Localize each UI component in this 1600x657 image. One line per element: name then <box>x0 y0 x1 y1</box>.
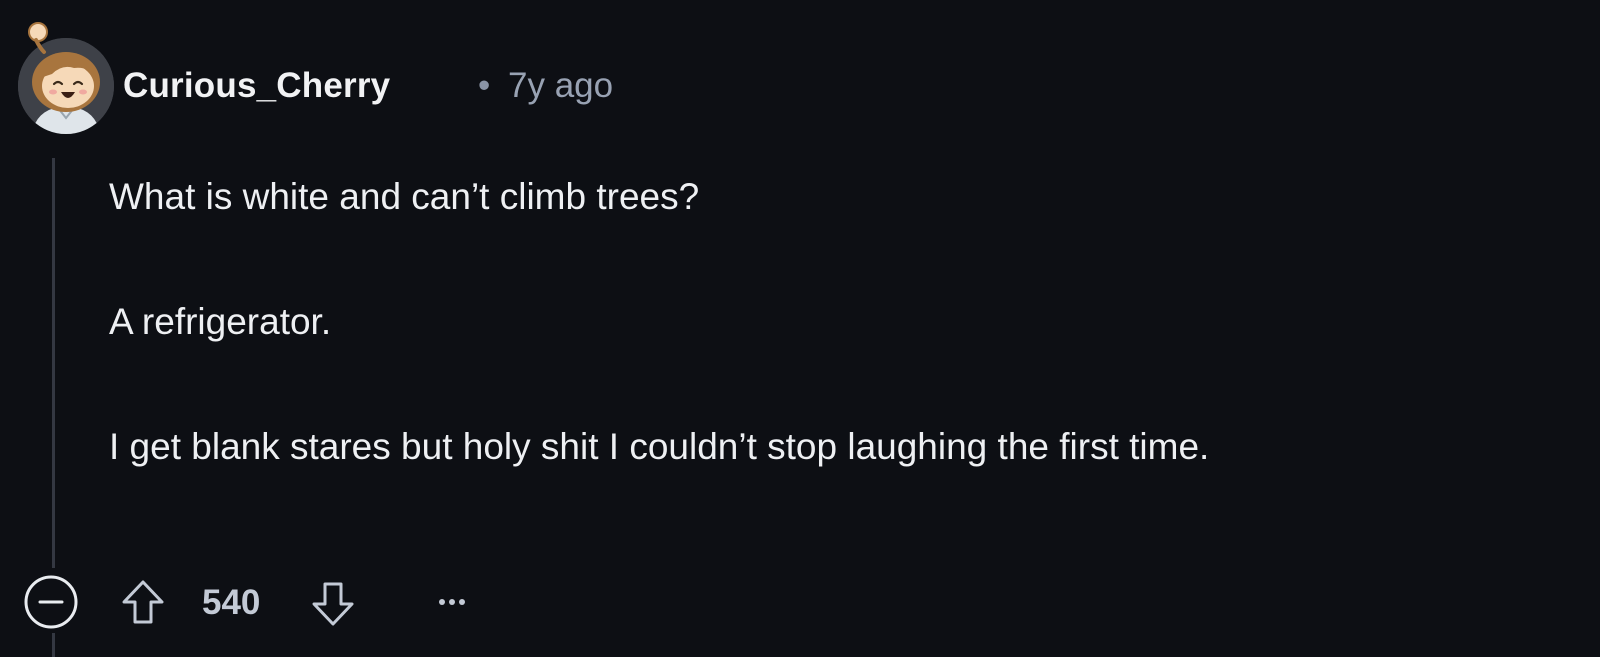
more-horizontal-icon <box>439 599 465 605</box>
comment-body: What is white and can’t climb trees? A r… <box>109 166 1529 478</box>
thread-line-continuation[interactable] <box>52 633 55 657</box>
avatar-icon <box>18 22 114 134</box>
minus-circle-icon <box>24 575 78 629</box>
comment-paragraph: What is white and can’t climb trees? <box>109 176 700 217</box>
comment-paragraph: A refrigerator. <box>109 301 332 342</box>
collapse-button[interactable] <box>22 573 80 631</box>
more-options-button[interactable] <box>432 580 476 624</box>
arrow-up-icon <box>122 580 164 624</box>
comment: Curious_Cherry • 7y ago What is white an… <box>0 0 1600 657</box>
timestamp: 7y ago <box>508 66 614 105</box>
thread-line[interactable] <box>52 158 55 568</box>
username[interactable]: Curious_Cherry <box>123 66 390 106</box>
separator-dot: • <box>478 66 491 105</box>
downvote-button[interactable] <box>310 580 356 628</box>
arrow-down-icon <box>312 582 354 626</box>
avatar[interactable] <box>18 22 114 134</box>
upvote-button[interactable] <box>120 578 166 626</box>
vote-score: 540 <box>202 583 261 622</box>
comment-paragraph: I get blank stares but holy shit I could… <box>109 426 1210 467</box>
